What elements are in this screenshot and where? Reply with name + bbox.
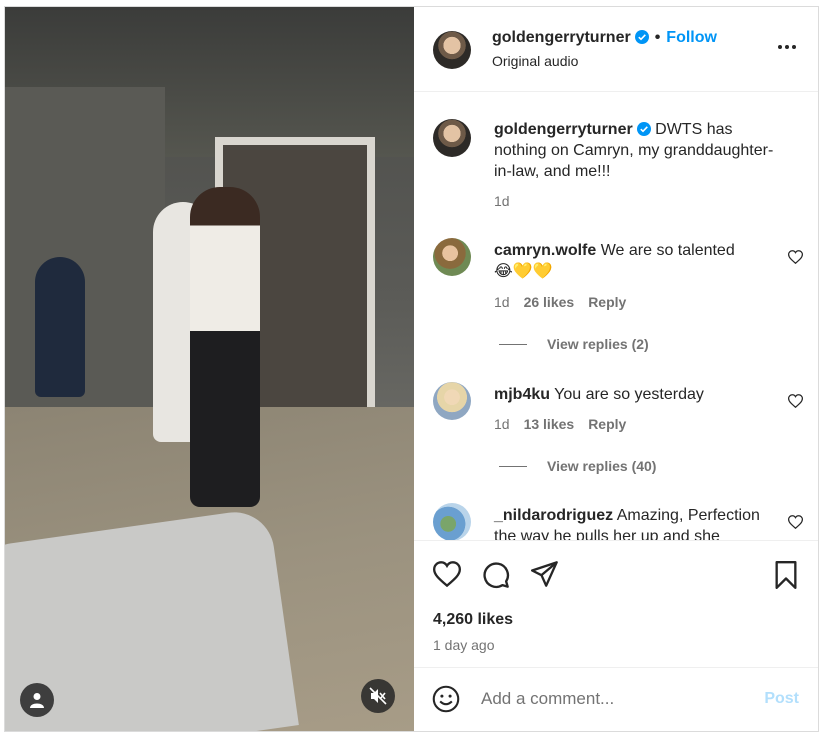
comment-username[interactable]: mjb4ku: [494, 386, 550, 403]
view-replies-button[interactable]: View replies (40): [499, 458, 656, 474]
verified-badge-icon: [636, 122, 651, 136]
comment-text: mjb4ku You are so yesterday: [494, 384, 779, 405]
share-icon[interactable]: [531, 561, 559, 587]
audio-label[interactable]: Original audio: [492, 53, 717, 69]
author-username[interactable]: goldengerryturner: [492, 29, 631, 46]
caption-meta: 1d: [494, 193, 524, 209]
comment-meta: 1d 26 likes Reply: [494, 294, 640, 310]
comment-body: You are so yesterday: [554, 386, 704, 403]
comment-icon[interactable]: [482, 561, 510, 589]
video-scene-wall: [5, 87, 165, 417]
add-comment-bar: Post: [414, 668, 818, 731]
header-text: goldengerryturner • Follow Original audio: [492, 29, 717, 69]
avatar[interactable]: [433, 238, 471, 276]
follow-button[interactable]: Follow: [666, 29, 717, 46]
comment-time[interactable]: 1d: [494, 294, 510, 310]
comment-time[interactable]: 1d: [494, 416, 510, 432]
comment-text: _nildarodriguez Amazing, Perfection the …: [494, 505, 779, 540]
comment-meta: 1d 13 likes Reply: [494, 416, 640, 432]
heart-icon[interactable]: [788, 394, 803, 408]
replies-divider-line: [499, 465, 527, 467]
heart-icon[interactable]: [788, 250, 803, 264]
verified-badge-icon: [634, 30, 649, 44]
comment-input[interactable]: [481, 688, 751, 710]
post-header: goldengerryturner • Follow Original audio: [414, 7, 818, 92]
post-time[interactable]: 1 day ago: [433, 637, 495, 653]
comment-body: We are so talented: [600, 242, 735, 259]
post-actions: 4,260 likes 1 day ago: [414, 540, 818, 668]
post-side-panel: goldengerryturner • Follow Original audio …: [414, 7, 818, 731]
bookmark-icon[interactable]: [774, 561, 798, 589]
video-scene-person: [190, 187, 260, 507]
heart-icon[interactable]: [788, 515, 803, 529]
muted-speaker-icon: [369, 687, 387, 705]
comment-username[interactable]: _nildarodriguez: [494, 507, 613, 524]
mute-toggle-button[interactable]: [361, 679, 395, 713]
video-scene-person: [35, 257, 85, 397]
caption-text: goldengerryturner DWTS has nothing on Ca…: [494, 119, 779, 182]
comment-text: camryn.wolfe We are so talented 😂💛💛: [494, 240, 779, 282]
comment-username[interactable]: camryn.wolfe: [494, 242, 596, 259]
caption-time[interactable]: 1d: [494, 193, 510, 209]
tagged-users-button[interactable]: [20, 683, 54, 717]
view-replies-button[interactable]: View replies (2): [499, 336, 649, 352]
caption-username[interactable]: goldengerryturner: [494, 121, 633, 138]
reply-button[interactable]: Reply: [588, 416, 626, 432]
post-comment-button[interactable]: Post: [764, 690, 799, 708]
avatar[interactable]: [433, 31, 471, 69]
avatar[interactable]: [433, 382, 471, 420]
heart-icon[interactable]: [433, 561, 461, 587]
replies-divider-line: [499, 343, 527, 345]
avatar[interactable]: [433, 119, 471, 157]
comments-section[interactable]: goldengerryturner DWTS has nothing on Ca…: [414, 93, 818, 540]
view-replies-label: View replies (40): [547, 458, 657, 474]
user-icon: [30, 693, 44, 708]
separator-dot: •: [654, 29, 661, 46]
reply-button[interactable]: Reply: [588, 294, 626, 310]
more-options-button[interactable]: [777, 37, 797, 55]
emoji-icon[interactable]: [432, 685, 460, 713]
more-options-icon: [778, 45, 796, 49]
likes-count[interactable]: 4,260 likes: [433, 611, 513, 629]
post-frame: goldengerryturner • Follow Original audio …: [4, 6, 819, 732]
avatar[interactable]: [433, 503, 471, 540]
view-replies-label: View replies (2): [547, 336, 649, 352]
comment-likes[interactable]: 26 likes: [524, 294, 575, 310]
comment-likes[interactable]: 13 likes: [524, 416, 575, 432]
video-player[interactable]: [5, 7, 414, 731]
comment-emoji: 😂💛💛: [494, 263, 553, 280]
